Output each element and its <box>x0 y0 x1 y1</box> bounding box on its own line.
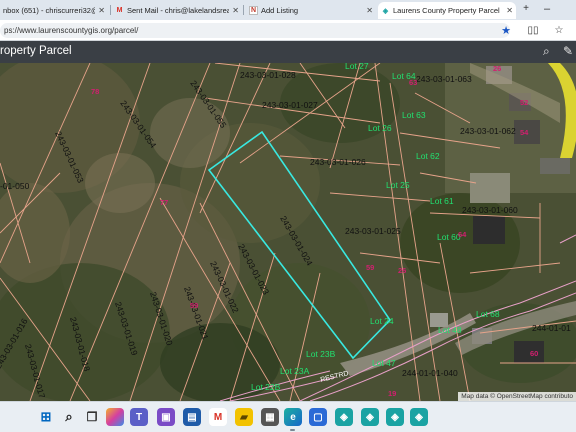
search-icon[interactable]: ⌕ <box>543 44 550 59</box>
map-canvas[interactable]: 243-03-01-028 243-03-01-027 243-03-01-05… <box>0 63 576 401</box>
edit-icon[interactable]: ✎ <box>563 44 573 58</box>
lot-label: Lot 61 <box>430 196 454 206</box>
address-label: 26 <box>493 64 501 73</box>
address-label: 63 <box>409 78 417 87</box>
close-tab-icon[interactable]: ✕ <box>229 6 242 15</box>
close-tab-icon[interactable]: ✕ <box>95 6 108 15</box>
tab-separator <box>110 5 111 15</box>
parcel-label: 243-03-01-025 <box>345 226 401 236</box>
listing-site-icon: N <box>249 6 258 15</box>
teams-icon[interactable]: T <box>130 408 148 426</box>
parcel-label: 243-03-01-060 <box>462 205 518 215</box>
running-indicator <box>290 429 295 431</box>
split-screen-icon[interactable]: ▯▯ <box>526 24 540 37</box>
address-bar: ps://www.laurenscountygis.org/parcel/ ★ … <box>0 20 576 41</box>
new-tab-icon[interactable]: + <box>519 3 533 14</box>
chat-icon[interactable]: ▣ <box>157 408 175 426</box>
address-label: 52 <box>520 98 528 107</box>
parcel-label: 244-01-01-040 <box>402 368 458 378</box>
tab-separator <box>243 5 244 15</box>
gmail-icon: M <box>116 7 123 14</box>
parcel-label: 243-03-01-063 <box>416 74 472 84</box>
parcel-label: 243-03-01-028 <box>240 70 296 80</box>
tab-title: Add Listing <box>261 6 299 15</box>
parcel-label: 243-03-01-026 <box>310 157 366 167</box>
gmail-icon[interactable]: M <box>209 408 227 426</box>
app-title: roperty Parcel <box>0 45 72 57</box>
lot-label: Lot 48 <box>438 325 462 335</box>
favorites-icon[interactable]: ☆ <box>552 24 566 37</box>
lot-label: Lot 26 <box>368 123 392 133</box>
app-icon-4[interactable]: ◈ <box>386 408 404 426</box>
lot-label: Lot 25 <box>386 180 410 190</box>
lot-label: Lot 24 <box>370 316 394 326</box>
address-label: 64 <box>458 230 467 239</box>
browser-tab-sent-mail[interactable]: M Sent Mail - chris@lakelandsrealty ✕ <box>112 2 242 19</box>
lot-label: Lot 27 <box>345 63 369 71</box>
address-label: 77 <box>160 198 168 207</box>
parcel-label: 243-03-01-062 <box>460 126 516 136</box>
photos-icon[interactable]: ▤ <box>183 408 201 426</box>
address-label: 60 <box>530 349 538 358</box>
copilot-icon[interactable] <box>106 408 124 426</box>
lot-label: Lot 63 <box>402 110 426 120</box>
browser-tab-laurens-parcel[interactable]: ◈ Laurens County Property Parcel ✕ <box>378 2 516 19</box>
map-attribution: Map data © OpenStreetMap contributo <box>458 392 576 401</box>
parcel-label: 243-03-01-027 <box>262 100 318 110</box>
app-icon-3[interactable]: ◈ <box>361 408 379 426</box>
gis-app-icon: ◈ <box>382 7 389 15</box>
windows-start-icon[interactable]: ⊞ <box>37 408 55 426</box>
browser-tab-add-listing[interactable]: N Add Listing ✕ <box>246 2 376 19</box>
star-favorite-icon[interactable]: ★ <box>499 24 513 37</box>
address-label: 59 <box>366 263 374 272</box>
minimize-icon[interactable]: – <box>540 3 554 15</box>
parcel-map[interactable]: 243-03-01-028 243-03-01-027 243-03-01-05… <box>0 63 576 401</box>
file-explorer-icon[interactable]: ▰ <box>235 408 253 426</box>
browser-tab-inbox[interactable]: nbox (651) - chriscurreri32@gma ✕ <box>0 2 108 19</box>
lot-label: Lot 47 <box>372 358 396 368</box>
address-label: 19 <box>388 389 396 398</box>
task-view-icon[interactable]: ❐ <box>83 408 101 426</box>
url-text: ps://www.laurenscountygis.org/parcel/ <box>4 26 139 35</box>
close-tab-icon[interactable]: ✕ <box>503 6 516 15</box>
windows-taskbar: ⊞ ⌕ ❐ T ▣ ▤ M ▰ ▦ e ▢ ◈ ◈ ◈ ◈ <box>0 401 576 432</box>
lot-label: Lot 23A <box>280 366 310 376</box>
lot-label: Lot 68 <box>476 309 500 319</box>
search-icon[interactable]: ⌕ <box>60 408 78 426</box>
parcel-label: 244-01-01 <box>532 323 571 333</box>
close-tab-icon[interactable]: ✕ <box>363 6 376 15</box>
address-label: 54 <box>520 128 529 137</box>
address-label: 26 <box>398 266 406 275</box>
tab-title: Sent Mail - chris@lakelandsrealty <box>127 6 230 15</box>
app-icon-5[interactable]: ◈ <box>410 408 428 426</box>
lot-label: Lot 22B <box>251 382 281 392</box>
app-icon-2[interactable]: ◈ <box>335 408 353 426</box>
browser-tab-strip: nbox (651) - chriscurreri32@gma ✕ M Sent… <box>0 0 576 20</box>
app-icon-1[interactable]: ▦ <box>261 408 279 426</box>
lot-label: Lot 62 <box>416 151 440 161</box>
tab-title: Laurens County Property Parcel <box>393 6 500 15</box>
lot-label: Lot 23B <box>306 349 336 359</box>
tab-title: nbox (651) - chriscurreri32@gma <box>3 6 95 15</box>
edge-icon[interactable]: e <box>284 408 302 426</box>
address-label: 59 <box>190 301 198 310</box>
microsoft-store-icon[interactable]: ▢ <box>309 408 327 426</box>
parcel-label: -01-050 <box>0 181 30 191</box>
url-field[interactable]: ps://www.laurenscountygis.org/parcel/ <box>0 23 510 38</box>
app-header: roperty Parcel ⌕ ✎ <box>0 41 576 63</box>
address-label: 78 <box>91 87 99 96</box>
